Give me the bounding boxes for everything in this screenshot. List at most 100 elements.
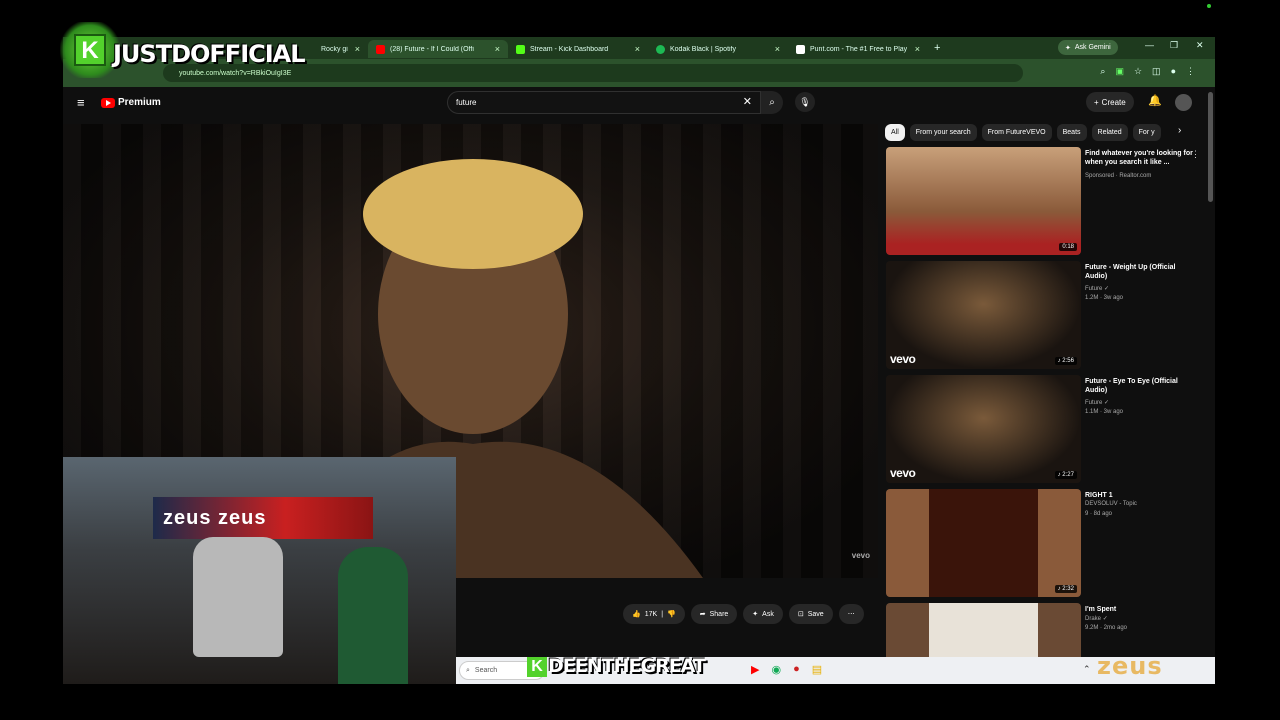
- zoom-icon[interactable]: ⌕: [1100, 66, 1105, 77]
- create-button[interactable]: + Create: [1086, 92, 1134, 112]
- video-thumbnail[interactable]: 0:18: [886, 147, 1081, 255]
- channel-name[interactable]: Drake ✓: [1085, 615, 1108, 622]
- menu-icon[interactable]: ⋮: [1186, 66, 1195, 77]
- youtube-logo[interactable]: Premium: [101, 97, 161, 108]
- save-button[interactable]: ⊡ Save: [788, 604, 833, 624]
- video-thumbnail[interactable]: ♪ 2:32: [886, 489, 1081, 597]
- divider: |: [661, 610, 664, 618]
- voice-search-button[interactable]: 🎙: [795, 92, 815, 112]
- chip-for-you[interactable]: For y: [1132, 124, 1161, 141]
- channel-name[interactable]: Future ✓: [1085, 285, 1109, 292]
- verified-icon: ✓: [1104, 286, 1110, 292]
- chip-beats[interactable]: Beats: [1056, 124, 1087, 141]
- puzzle-icon[interactable]: ◫: [1152, 66, 1161, 77]
- channel-name[interactable]: Sponsored · Realtor.com: [1085, 173, 1151, 179]
- verified-icon: ✓: [1102, 616, 1108, 622]
- youtube-header: ≡ Premium future ✕ ⌕ 🎙 + Create 🔔: [63, 89, 1215, 119]
- list-item[interactable]: vevo ♪ 2:27 Future - Eye To Eye (Officia…: [886, 375, 1206, 485]
- close-icon[interactable]: ×: [355, 44, 360, 54]
- chip-from-search[interactable]: From your search: [909, 124, 977, 141]
- search-input[interactable]: future ✕: [447, 91, 761, 114]
- video-meta: 9.2M · 2mo ago: [1085, 625, 1128, 631]
- like-button[interactable]: 👍 17K | 👎: [623, 604, 685, 624]
- video-meta: 9 · 8d ago: [1085, 511, 1113, 517]
- maximize-icon[interactable]: ❐: [1170, 40, 1178, 51]
- video-meta: 1.2M · 3w ago: [1085, 295, 1124, 301]
- taskbar-apps: ▶ ◉ ● ▤: [751, 663, 822, 676]
- ask-gemini-button[interactable]: ✦ Ask Gemini: [1058, 40, 1118, 55]
- profile-icon[interactable]: ●: [1171, 66, 1176, 77]
- taskbar-search-placeholder: Search: [474, 667, 498, 674]
- channel-label: Drake: [1085, 616, 1102, 622]
- video-title[interactable]: I'm Spent: [1085, 605, 1195, 614]
- obs-app-icon[interactable]: ●: [793, 663, 800, 676]
- notifications-bell-icon[interactable]: 🔔: [1148, 94, 1162, 107]
- video-title[interactable]: RIGHT 1: [1085, 491, 1195, 500]
- microphone-icon: 🎙: [799, 97, 811, 107]
- live-indicator: [1207, 4, 1211, 8]
- search-button[interactable]: ⌕: [761, 91, 783, 114]
- close-icon[interactable]: ×: [775, 44, 780, 54]
- hamburger-menu-icon[interactable]: ≡: [77, 95, 85, 110]
- tab-label: Punt.com - The #1 Free to Play: [810, 45, 908, 53]
- tab-spotify[interactable]: Kodak Black | Spotify ×: [648, 40, 788, 58]
- chevron-up-icon[interactable]: ⌃: [1083, 664, 1091, 675]
- vevo-watermark: vevo: [851, 551, 870, 560]
- video-title[interactable]: Find whatever you're looking for when yo…: [1085, 149, 1195, 167]
- tab-kick[interactable]: Stream - Kick Dashboard ×: [508, 40, 648, 58]
- close-icon[interactable]: ×: [635, 44, 640, 54]
- tab-punt[interactable]: Punt.com - The #1 Free to Play ×: [788, 40, 928, 58]
- new-tab-icon[interactable]: +: [928, 42, 946, 54]
- share-button[interactable]: ➦ Share: [690, 604, 738, 624]
- video-title[interactable]: Future - Weight Up (Official Audio): [1085, 263, 1195, 281]
- video-actions: 👍 17K | 👎 ➦ Share ✦ Ask ⊡ Save ⋯: [623, 604, 864, 624]
- more-actions-button[interactable]: ⋯: [838, 604, 864, 624]
- list-item[interactable]: vevo ♪ 2:56 Future - Weight Up (Official…: [886, 261, 1206, 371]
- steam-app-icon[interactable]: ◉: [771, 663, 781, 676]
- search-icon: ⌕: [769, 97, 775, 108]
- punt-favicon-icon: [796, 44, 805, 54]
- avatar[interactable]: [1175, 94, 1192, 111]
- window-close-icon[interactable]: ✕: [1196, 40, 1204, 51]
- chip-all[interactable]: All: [885, 124, 905, 141]
- video-thumbnail[interactable]: vevo ♪ 2:56: [886, 261, 1081, 369]
- chip-from-futurevevo[interactable]: From FutureVEVO: [981, 124, 1052, 141]
- streamer-name: JUSTDOFFICIAL: [113, 40, 306, 68]
- bookmark-star-icon[interactable]: ☆: [1134, 66, 1142, 77]
- clear-search-icon[interactable]: ✕: [743, 95, 752, 108]
- chevron-right-icon[interactable]: ›: [1178, 125, 1181, 136]
- vevo-logo: vevo: [890, 352, 916, 366]
- sidebar-scrollbar[interactable]: [1208, 92, 1213, 202]
- tab-youtube[interactable]: (28) Future - If I Could (Offi ×: [368, 40, 508, 58]
- banner-text: zeus zeus: [163, 507, 267, 529]
- chip-related[interactable]: Related: [1091, 124, 1128, 141]
- youtube-play-icon: [101, 97, 115, 108]
- channel-label: Future: [1085, 286, 1103, 292]
- extension-icon[interactable]: ▣: [1115, 66, 1124, 77]
- video-title[interactable]: Future - Eye To Eye (Official Audio): [1085, 377, 1195, 395]
- channel-name[interactable]: DEVSOLUV - Topic: [1085, 501, 1137, 507]
- create-label: Create: [1101, 97, 1126, 107]
- list-item[interactable]: ♪ 2:32 RIGHT 1 DEVSOLUV - Topic 9 · 8d a…: [886, 489, 1206, 599]
- youtube-app-icon[interactable]: ▶: [751, 663, 759, 676]
- channel-name[interactable]: Future ✓: [1085, 399, 1109, 406]
- like-count: 17K: [644, 610, 658, 618]
- webcam-overlay: zeus zeus: [63, 457, 456, 684]
- thumbs-down-icon[interactable]: 👎: [667, 610, 676, 618]
- tab-label: (28) Future - If I Could (Offi: [390, 45, 474, 53]
- gaming-chair: [193, 537, 283, 657]
- close-icon[interactable]: ×: [495, 44, 500, 54]
- duration-badge: ♪ 2:32: [1054, 585, 1077, 593]
- video-thumbnail[interactable]: vevo ♪ 2:27: [886, 375, 1081, 483]
- close-icon[interactable]: ×: [915, 44, 920, 54]
- channel-label: Future: [1085, 400, 1103, 406]
- list-item[interactable]: 0:18 Find whatever you're looking for wh…: [886, 147, 1206, 257]
- ask-button[interactable]: ✦ Ask: [743, 604, 783, 624]
- tab-label: Stream - Kick Dashboard: [530, 45, 609, 53]
- minimize-icon[interactable]: —: [1145, 40, 1154, 50]
- file-explorer-icon[interactable]: ▤: [812, 663, 822, 676]
- ask-label: Ask: [762, 610, 774, 618]
- kick-favicon-icon: [516, 44, 525, 54]
- more-options-icon[interactable]: ⋮: [1191, 149, 1200, 160]
- tab-rocky[interactable]: Rocky gi ×: [313, 40, 368, 58]
